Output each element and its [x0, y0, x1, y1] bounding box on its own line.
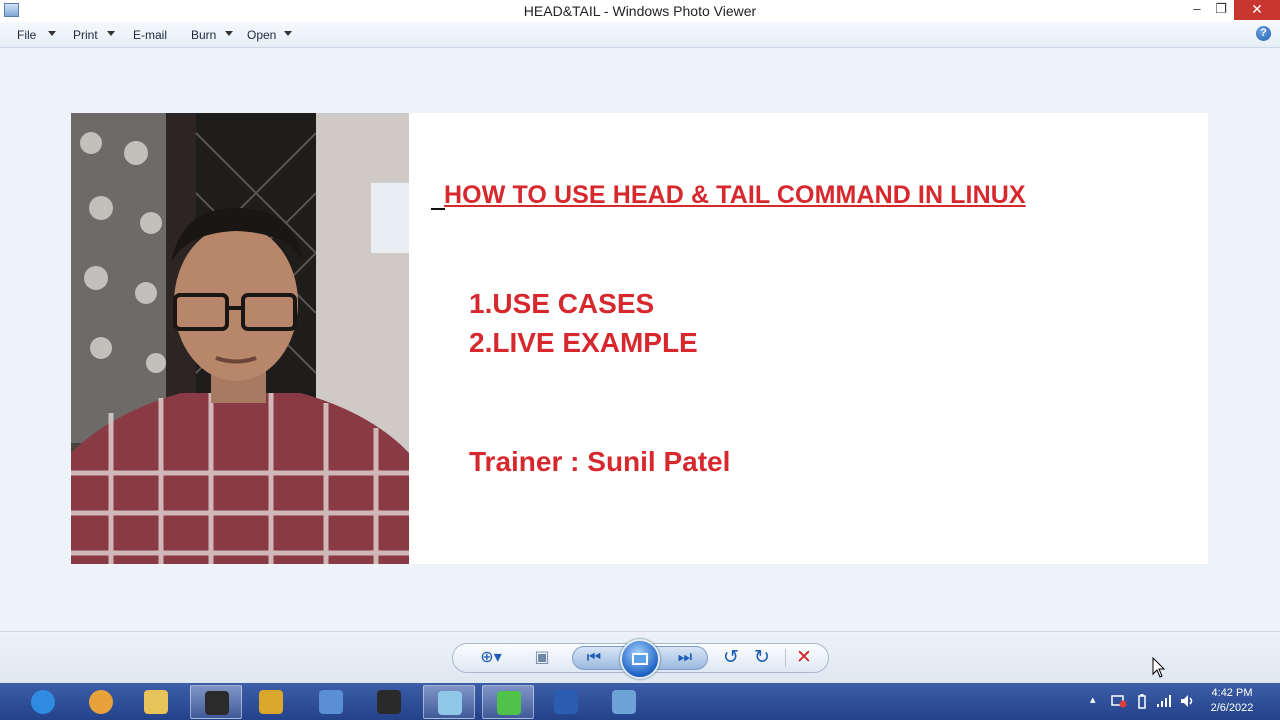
taskbar-app-button[interactable] [190, 685, 242, 719]
zoom-icon[interactable]: ⊕▾ [476, 646, 506, 670]
minimize-button[interactable]: – [1185, 0, 1209, 20]
previous-icon[interactable]: ⏮ [582, 646, 606, 670]
taskbar-app-button[interactable] [540, 685, 592, 719]
menu-email[interactable]: E-mail [133, 28, 167, 42]
actual-size-icon[interactable]: ▣ [530, 646, 554, 670]
control-separator [785, 649, 786, 667]
menu-open[interactable]: Open [247, 28, 276, 42]
slide-title: HOW TO USE HEAD & TAIL COMMAND IN LINUX [444, 181, 1026, 209]
taskbar-app-button[interactable] [423, 685, 475, 719]
signal-strength-icon[interactable] [1156, 695, 1172, 707]
command-prompt-icon [377, 690, 401, 714]
clock-date: 2/6/2022 [1210, 702, 1254, 714]
battery-icon[interactable] [1137, 694, 1147, 709]
slideshow-icon [632, 653, 648, 665]
system-clock[interactable]: 4:42 PM 2/6/2022 [1207, 686, 1257, 716]
volume-icon[interactable] [1180, 694, 1196, 708]
menu-file[interactable]: File [17, 28, 36, 42]
file-explorer-icon [144, 690, 168, 714]
obs-icon [205, 691, 229, 715]
taskbar-app-button[interactable] [75, 685, 127, 719]
screen-recorder-icon [497, 691, 521, 715]
word-icon [554, 690, 578, 714]
trainer-name: Trainer : Sunil Patel [469, 446, 731, 477]
chrome-icon [89, 690, 113, 714]
rotate-clockwise-icon[interactable]: ↻ [751, 646, 773, 670]
taskbar-app-button[interactable] [305, 685, 357, 719]
next-icon[interactable]: ⏭ [673, 646, 697, 670]
rotate-counterclockwise-icon[interactable]: ↺ [720, 646, 742, 670]
title-underline-mark [431, 208, 445, 210]
menu-file-caret-icon[interactable] [48, 31, 56, 36]
presenter-photo [71, 113, 409, 564]
clock-time: 4:42 PM [1211, 687, 1253, 699]
taskbar-app-button[interactable] [245, 685, 297, 719]
notepad-icon [438, 691, 462, 715]
delete-icon[interactable]: ✕ [796, 646, 812, 670]
window-title: HEAD&TAIL - Windows Photo Viewer [523, 3, 757, 19]
slideshow-button[interactable] [620, 639, 660, 679]
menu-bar: File Print E-mail Burn Open [0, 22, 1280, 48]
menu-print-caret-icon[interactable] [107, 31, 115, 36]
menu-print[interactable]: Print [73, 28, 98, 42]
title-bar: HEAD&TAIL - Windows Photo Viewer – ❐ ✕ [0, 0, 1280, 22]
show-hidden-icons-icon[interactable]: ▴ [1090, 693, 1096, 706]
internet-explorer-icon [31, 690, 55, 714]
slide-item-1: 1.USE CASES [469, 288, 655, 319]
menu-burn-caret-icon[interactable] [225, 31, 233, 36]
mouse-cursor-icon [1152, 657, 1166, 678]
taskbar-app-button[interactable] [482, 685, 534, 719]
taskbar-app-button[interactable] [130, 685, 182, 719]
menu-burn[interactable]: Burn [191, 28, 216, 42]
taskbar-app-button[interactable] [17, 685, 69, 719]
maximize-button[interactable]: ❐ [1209, 0, 1233, 20]
network-warning-icon[interactable] [1111, 694, 1127, 708]
slide-item-2: 2.LIVE EXAMPLE [469, 327, 698, 358]
close-button[interactable]: ✕ [1234, 0, 1280, 20]
menu-open-caret-icon[interactable] [284, 31, 292, 36]
help-icon[interactable]: ? [1256, 26, 1271, 41]
photo-viewer-icon [612, 690, 636, 714]
taskbar-app-button[interactable] [363, 685, 415, 719]
control-panel-icon [319, 690, 343, 714]
explorer-window-icon [259, 690, 283, 714]
taskbar-app-button[interactable] [598, 685, 650, 719]
